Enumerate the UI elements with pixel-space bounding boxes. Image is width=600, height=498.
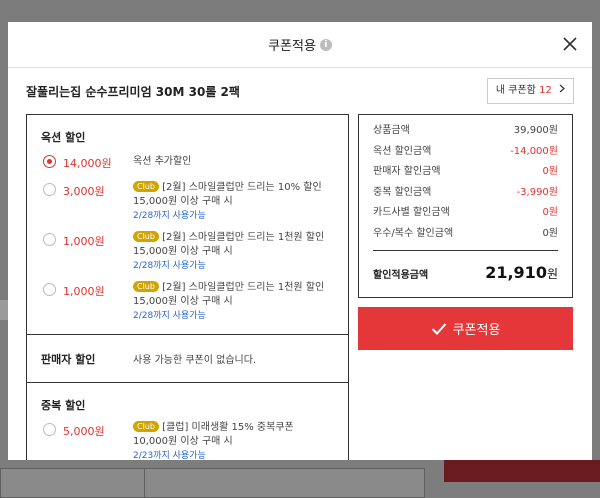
summary-label: 판매자 할인금액: [373, 166, 441, 177]
coupon-amount: 14,000원: [63, 157, 112, 170]
coupon-option[interactable]: 5,000원 Club [클럽] 미래생활 15% 중복쿠폰 10,000원 이…: [41, 421, 341, 460]
coupon-amount: 1,000원: [63, 235, 105, 248]
total-row: 할인적용금액 21,910원: [373, 263, 558, 282]
summary-label: 중복 할인금액: [373, 186, 432, 198]
coupon-expiry: 2/28까지 사용가능: [133, 311, 206, 321]
product-name: 잘풀리는집 순수프리미엄 30M 30롤 2팩: [26, 85, 240, 99]
background-cell: [0, 468, 145, 498]
no-coupon-text: 사용 가능한 쿠폰이 없습니다.: [133, 355, 257, 366]
info-icon[interactable]: i: [319, 38, 332, 51]
apply-coupon-button[interactable]: 쿠폰적용: [358, 307, 573, 350]
coupon-desc: [클럽] 미래생활 15% 중복쿠폰: [162, 422, 294, 433]
seller-discount-section: 판매자 할인 사용 가능한 쿠폰이 없습니다.: [27, 335, 348, 383]
coupon-option[interactable]: 1,000원 Club [2월] 스마일클럽만 드리는 1천원 할인 15,00…: [41, 231, 341, 277]
summary-divider: [373, 250, 558, 251]
coupon-detail: Club [클럽] 미래생활 15% 중복쿠폰 10,000원 이상 구매 시 …: [133, 421, 343, 460]
total-unit: 원: [546, 267, 558, 281]
summary-row: 상품금액 39,900원: [373, 121, 558, 142]
club-badge: Club: [133, 281, 159, 292]
coupon-condition: 10,000원 이상 구매 시: [133, 436, 233, 447]
coupon-condition: 15,000원 이상 구매 시: [133, 296, 233, 307]
radio-button[interactable]: [43, 423, 56, 436]
coupon-condition: 15,000원 이상 구매 시: [133, 246, 233, 257]
summary-row: 카드사별 할인금액 0원: [373, 203, 558, 224]
total-amount: 21,910: [485, 263, 547, 282]
section-title: 옥션 할인: [41, 131, 86, 144]
total-value: 21,910원: [485, 263, 558, 282]
summary-value: -14,000원: [510, 145, 558, 157]
summary-row: 판매자 할인금액 0원: [373, 162, 558, 183]
radio-button[interactable]: [43, 183, 56, 196]
summary-row: 우수/복수 할인금액 0원: [373, 224, 558, 245]
summary-row: 중복 할인금액 -3,990원: [373, 183, 558, 204]
background-button: [444, 460, 600, 482]
coupon-option[interactable]: 14,000원 옥션 추가할인: [41, 155, 341, 175]
club-badge: Club: [133, 181, 159, 192]
my-coupons-label: 내 쿠폰함: [495, 85, 536, 96]
summary-value: 0원: [542, 166, 558, 177]
summary-panel: 상품금액 39,900원 옥션 할인금액 -14,000원 판매자 할인금액 0원 중…: [358, 114, 573, 298]
radio-button[interactable]: [43, 155, 56, 168]
summary-value: 0원: [542, 207, 558, 218]
coupon-detail: Club [2월] 스마일클럽만 드리는 1천원 할인 15,000원 이상 구…: [133, 231, 343, 273]
coupon-options-panel: 옥션 할인 14,000원 옥션 추가할인 3,000원 Club [2월] 스…: [26, 114, 349, 460]
coupon-amount: 5,000원: [63, 425, 105, 438]
coupon-modal: 쿠폰적용 i 잘풀리는집 순수프리미엄 30M 30롤 2팩 내 쿠폰함 12 …: [8, 22, 592, 460]
coupon-detail: Club [2월] 스마일클럽만 드리는 10% 할인 15,000원 이상 구…: [133, 181, 343, 223]
club-badge: Club: [133, 231, 159, 242]
coupon-amount: 3,000원: [63, 185, 105, 198]
summary-value: -3,990원: [516, 186, 558, 198]
modal-header: 쿠폰적용 i: [8, 22, 592, 68]
radio-button[interactable]: [43, 283, 56, 296]
coupon-option[interactable]: 1,000원 Club [2월] 스마일클럽만 드리는 1천원 할인 15,00…: [41, 281, 341, 327]
chevron-right-icon: [559, 84, 565, 96]
summary-value: 0원: [542, 227, 558, 239]
coupon-desc: [2월] 스마일클럽만 드리는 10% 할인: [162, 182, 322, 193]
summary-label: 카드사별 할인금액: [373, 207, 450, 218]
summary-label: 상품금액: [373, 125, 410, 136]
apply-coupon-label: 쿠폰적용: [452, 323, 501, 338]
coupon-desc: 옥션 추가할인: [133, 156, 192, 167]
summary-label: 옥션 할인금액: [373, 145, 432, 157]
radio-button[interactable]: [43, 233, 56, 246]
section-title: 중복 할인: [41, 399, 86, 412]
my-coupons-count: 12: [539, 85, 552, 96]
coupon-expiry: 2/28까지 사용가능: [133, 211, 206, 221]
section-title: 판매자 할인: [41, 352, 96, 366]
coupon-amount: 1,000원: [63, 285, 105, 298]
total-label: 할인적용금액: [373, 270, 429, 281]
product-row: 잘풀리는집 순수프리미엄 30M 30롤 2팩 내 쿠폰함 12: [26, 78, 574, 104]
my-coupons-button[interactable]: 내 쿠폰함 12: [486, 78, 574, 104]
summary-label: 우수/복수 할인금액: [373, 227, 454, 239]
background-bottom: [0, 460, 600, 498]
close-icon[interactable]: [562, 36, 578, 52]
duplicate-discount-section: 중복 할인 5,000원 Club [클럽] 미래생활 15% 중복쿠폰 10,…: [27, 383, 348, 460]
club-badge: Club: [133, 421, 159, 432]
coupon-expiry: 2/23까지 사용가능: [133, 451, 206, 460]
coupon-desc: [2월] 스마일클럽만 드리는 1천원 할인: [162, 232, 325, 243]
summary-value: 39,900원: [513, 125, 558, 136]
check-icon: [431, 322, 446, 335]
summary-row: 옥션 할인금액 -14,000원: [373, 142, 558, 163]
coupon-expiry: 2/28까지 사용가능: [133, 261, 206, 271]
coupon-option[interactable]: 3,000원 Club [2월] 스마일클럽만 드리는 10% 할인 15,00…: [41, 181, 341, 227]
auction-discount-section: 옥션 할인 14,000원 옥션 추가할인 3,000원 Club [2월] 스…: [27, 115, 348, 335]
modal-title: 쿠폰적용: [268, 39, 316, 54]
coupon-desc: [2월] 스마일클럽만 드리는 1천원 할인: [162, 282, 325, 293]
background-cell: [145, 468, 425, 498]
coupon-detail: Club [2월] 스마일클럽만 드리는 1천원 할인 15,000원 이상 구…: [133, 281, 343, 323]
coupon-condition: 15,000원 이상 구매 시: [133, 196, 233, 207]
